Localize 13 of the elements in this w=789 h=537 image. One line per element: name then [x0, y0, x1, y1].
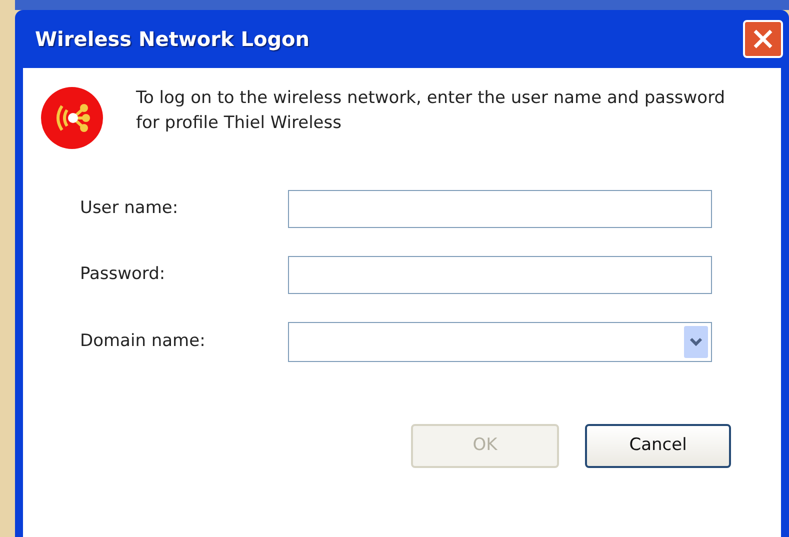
field-label: Password:: [79, 263, 166, 286]
password-field[interactable]: [288, 256, 712, 294]
input-field[interactable]: [288, 190, 712, 228]
close-button[interactable]: [743, 20, 783, 58]
window-title: Wireless Network Logon: [35, 26, 310, 53]
field-label: User name:: [79, 197, 180, 220]
dialog-button[interactable]: Cancel: [585, 424, 731, 468]
chevron-down-icon: [684, 326, 708, 358]
domain-dropdown[interactable]: [288, 322, 712, 362]
close-icon: [752, 28, 774, 50]
wireless-network-icon: [40, 86, 104, 150]
instruction-text: To log on to the wireless network, enter the user name and password for profile Thiel Wireless: [136, 87, 726, 135]
field-label: Domain name:: [79, 330, 206, 354]
